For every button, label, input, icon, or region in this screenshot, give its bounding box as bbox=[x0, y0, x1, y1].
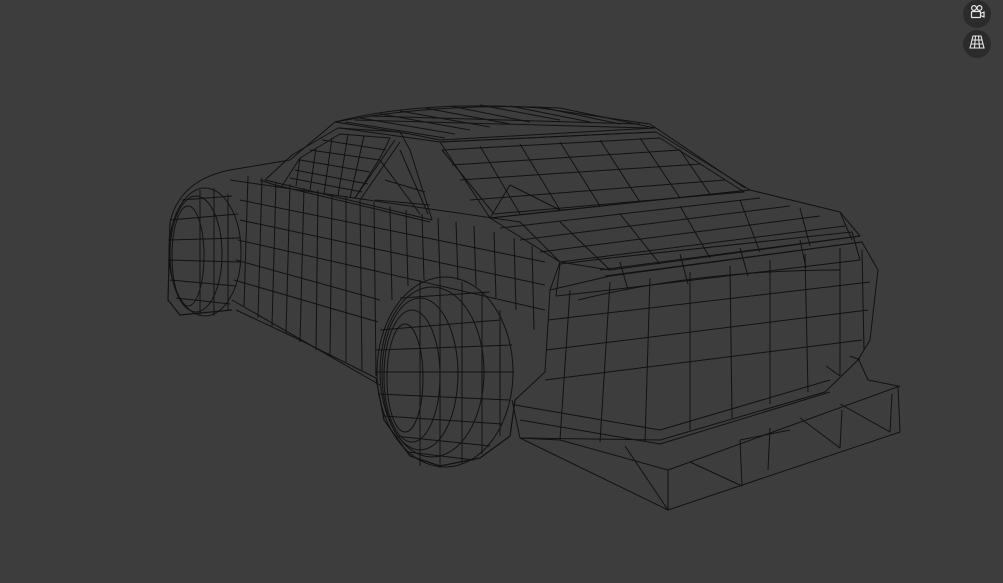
roof bbox=[334, 104, 657, 143]
rear-wheel bbox=[375, 276, 514, 468]
perspective-toggle-button[interactable] bbox=[963, 30, 991, 58]
car-wireframe-mesh bbox=[167, 104, 901, 511]
front-wheel bbox=[167, 187, 242, 317]
perspective-grid-icon bbox=[968, 33, 986, 55]
camera-view-button[interactable] bbox=[963, 0, 991, 28]
rear-window bbox=[439, 131, 751, 219]
camera-view-icon bbox=[968, 3, 986, 25]
rear-diffuser bbox=[519, 357, 901, 511]
side-windows bbox=[264, 127, 433, 221]
3d-viewport[interactable] bbox=[0, 0, 1003, 583]
